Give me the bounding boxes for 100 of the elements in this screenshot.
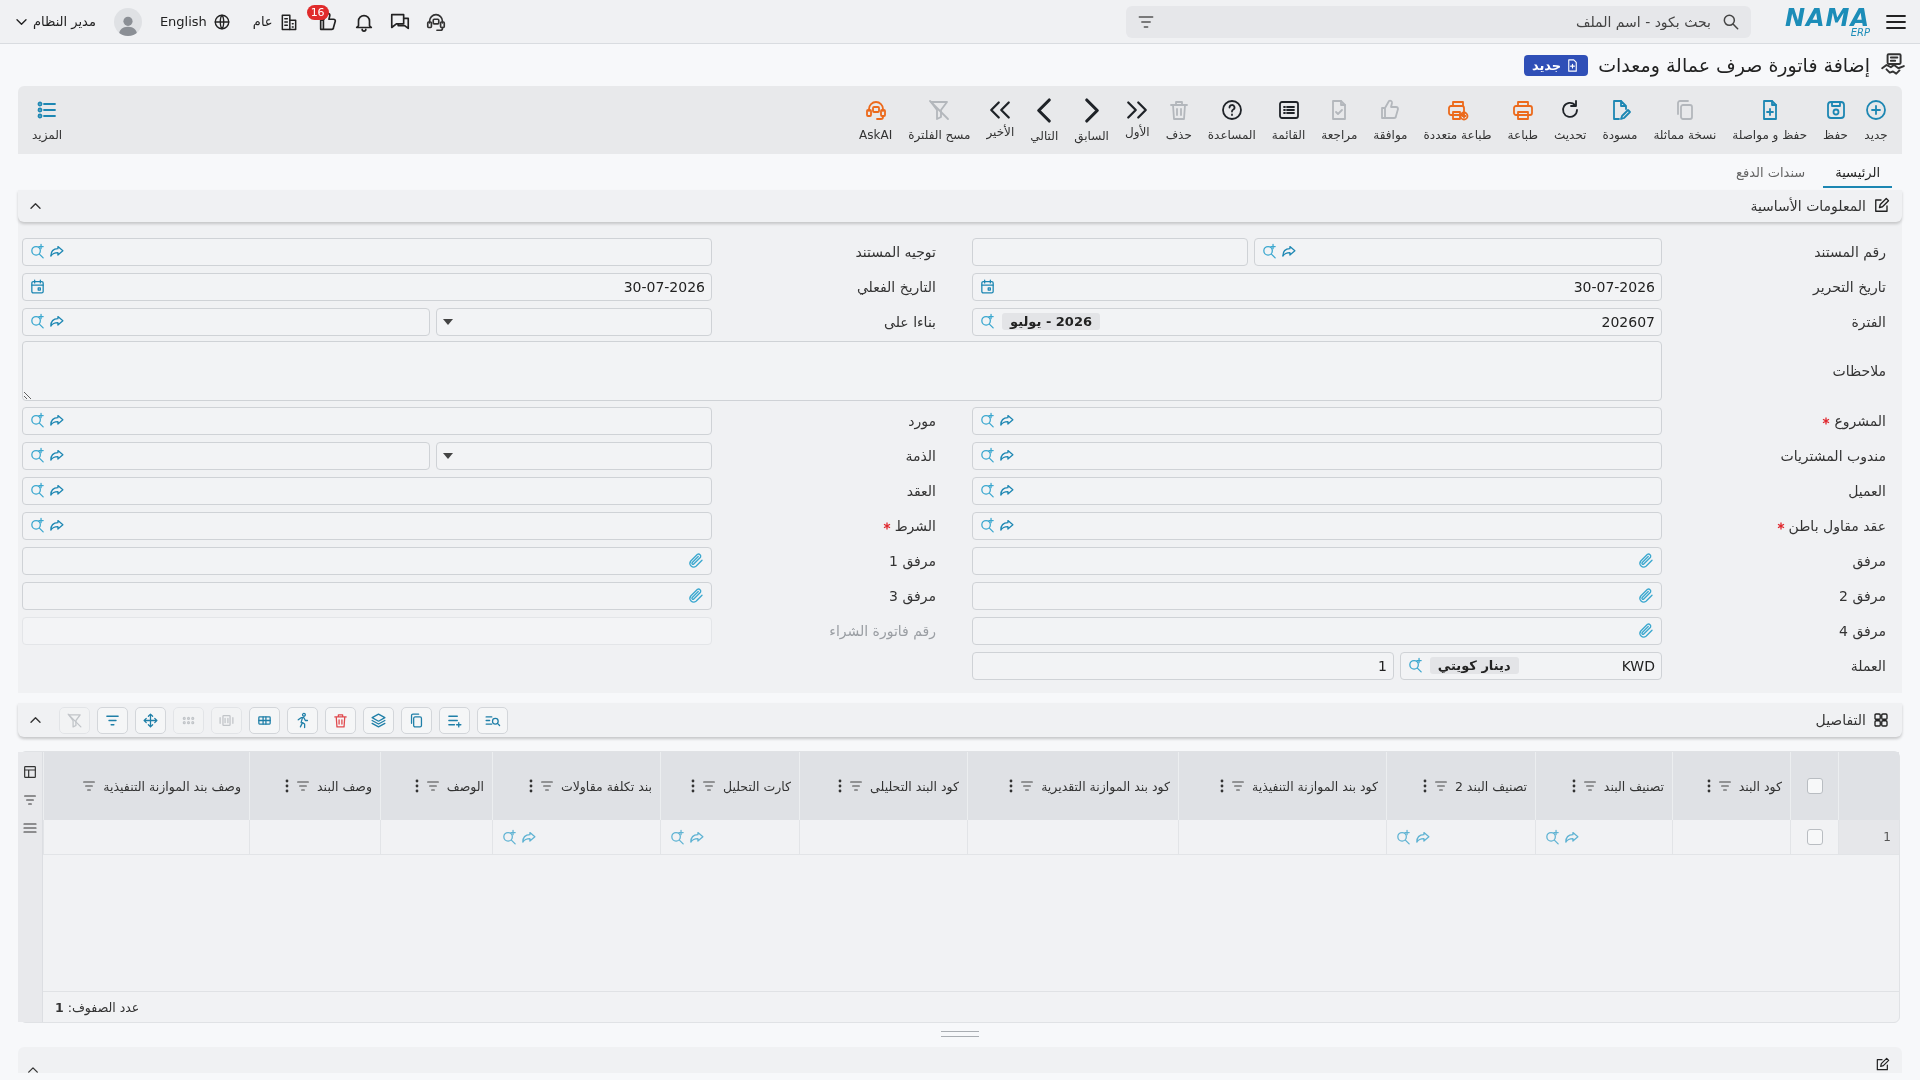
filter-icon[interactable] (538, 778, 555, 794)
calendar-icon[interactable] (29, 278, 46, 295)
filter-icon[interactable] (1432, 778, 1449, 794)
toolbar-button[interactable]: AskAI (851, 94, 901, 146)
share-arrow-icon[interactable] (1280, 243, 1297, 260)
toolbar-button[interactable]: حفظ (1815, 94, 1856, 146)
chevron-icon[interactable] (28, 1067, 38, 1073)
tab[interactable]: سندات الدفع (1724, 159, 1818, 188)
share-arrow-icon[interactable] (998, 482, 1015, 499)
kebab-menu-icon[interactable] (1571, 779, 1576, 793)
grid-tool-button[interactable] (401, 706, 432, 734)
rate-field[interactable]: 1 (972, 651, 1394, 680)
toolbar-button[interactable]: السابق (1066, 93, 1117, 147)
share-arrow-icon[interactable] (998, 517, 1015, 534)
toolbar-button[interactable]: التالي (1022, 93, 1067, 147)
attachment-field[interactable] (972, 616, 1662, 645)
lookup-field[interactable] (22, 406, 712, 435)
share-arrow-icon[interactable] (48, 313, 65, 330)
toolbar-button[interactable]: المساعدة (1199, 94, 1264, 146)
lookup-field[interactable] (22, 307, 430, 336)
grid-tool-button[interactable] (287, 706, 318, 734)
attachment-field[interactable] (22, 581, 712, 610)
filter-icon[interactable] (295, 778, 312, 794)
paperclip-icon[interactable] (1637, 621, 1655, 640)
paperclip-icon[interactable] (1637, 586, 1655, 605)
search-plus-icon[interactable] (669, 828, 686, 846)
text-field[interactable] (972, 237, 1248, 266)
search-plus-icon[interactable] (501, 828, 518, 846)
kebab-menu-icon[interactable] (285, 779, 290, 793)
grid-tool-button[interactable] (249, 706, 280, 734)
user-menu-button[interactable]: مدير النظام (12, 10, 100, 33)
search-plus-icon[interactable] (979, 447, 996, 464)
attachment-field[interactable] (972, 546, 1662, 575)
search-plus-icon[interactable] (979, 412, 996, 429)
lookup-field[interactable] (972, 406, 1662, 435)
toolbar-button[interactable]: الأخير (978, 97, 1023, 143)
share-arrow-icon[interactable] (48, 482, 65, 499)
notes-field[interactable] (22, 341, 1662, 401)
kebab-menu-icon[interactable] (690, 779, 695, 793)
calendar-icon[interactable] (979, 278, 996, 295)
grid-tool-button[interactable] (97, 706, 128, 734)
search-plus-icon[interactable] (979, 482, 996, 499)
tab[interactable]: الرئيسية (1823, 159, 1892, 188)
date-field[interactable]: 30-07-2026 (22, 272, 712, 301)
search-plus-icon[interactable] (1406, 657, 1424, 674)
grid-tool-button[interactable] (363, 706, 394, 734)
share-arrow-icon[interactable] (998, 447, 1015, 464)
search-plus-icon[interactable] (29, 517, 46, 534)
lookup-field[interactable] (22, 476, 712, 505)
lookup-field[interactable] (22, 237, 712, 266)
kebab-menu-icon[interactable] (414, 779, 419, 793)
grid-tool-button[interactable] (135, 706, 166, 734)
paperclip-icon[interactable] (687, 586, 705, 605)
filter-icon[interactable] (22, 792, 38, 808)
toolbar-button[interactable]: القائمة (1263, 94, 1314, 146)
filter-icon[interactable] (424, 778, 441, 794)
search-plus-icon[interactable] (29, 447, 46, 464)
search-plus-icon[interactable] (1261, 243, 1278, 260)
toolbar-button[interactable]: الأول (1116, 97, 1158, 143)
share-arrow-icon[interactable] (998, 412, 1015, 429)
search-plus-icon[interactable] (979, 313, 996, 330)
search-plus-icon[interactable] (1544, 828, 1561, 846)
more-button[interactable]: المزيد (24, 94, 71, 146)
search-plus-icon[interactable] (29, 243, 46, 260)
toolbar-button[interactable]: حفظ و مواصلة (1724, 94, 1816, 146)
grid-tool-button[interactable] (439, 706, 470, 734)
search-plus-icon[interactable] (29, 313, 46, 330)
toolbar-button[interactable]: مسودة (1594, 94, 1646, 146)
filter-icon[interactable] (1229, 778, 1246, 794)
toolbar-button[interactable]: جديد (1856, 94, 1896, 146)
search-plus-icon[interactable] (29, 412, 46, 429)
kebab-menu-icon[interactable] (1706, 779, 1711, 793)
toolbar-button[interactable]: تحديث (1545, 94, 1595, 146)
kebab-menu-icon[interactable] (1219, 779, 1224, 793)
grid-tool-button[interactable] (477, 706, 508, 734)
avatar[interactable] (113, 7, 142, 36)
dropdown-field[interactable] (436, 441, 712, 470)
share-arrow-icon[interactable] (48, 243, 65, 260)
language-button[interactable]: English (155, 8, 235, 35)
checkbox[interactable] (1806, 829, 1823, 845)
date-field[interactable]: 30-07-2026 (972, 272, 1662, 301)
share-arrow-icon[interactable] (48, 447, 65, 464)
kebab-menu-icon[interactable] (1009, 779, 1014, 793)
share-arrow-icon[interactable] (48, 412, 65, 429)
lookup-field[interactable] (1254, 237, 1662, 266)
lookup-field[interactable] (972, 441, 1662, 470)
attachment-field[interactable] (972, 581, 1662, 610)
resize-handle[interactable] (941, 1031, 979, 1037)
kebab-menu-icon[interactable] (838, 779, 843, 793)
search-field[interactable]: بحث بكود - اسم الملف (1163, 12, 1713, 31)
search-plus-icon[interactable] (979, 517, 996, 534)
company-button[interactable]: عام (248, 7, 303, 36)
filter-icon[interactable] (700, 778, 717, 794)
lookup-field[interactable] (22, 511, 712, 540)
search-bar[interactable]: بحث بكود - اسم الملف (1125, 5, 1751, 38)
search-plus-icon[interactable] (29, 482, 46, 499)
collapse-button[interactable] (28, 201, 43, 211)
filter-icon[interactable] (1716, 778, 1733, 794)
share-arrow-icon[interactable] (48, 517, 65, 534)
filter-icon[interactable] (81, 778, 98, 794)
